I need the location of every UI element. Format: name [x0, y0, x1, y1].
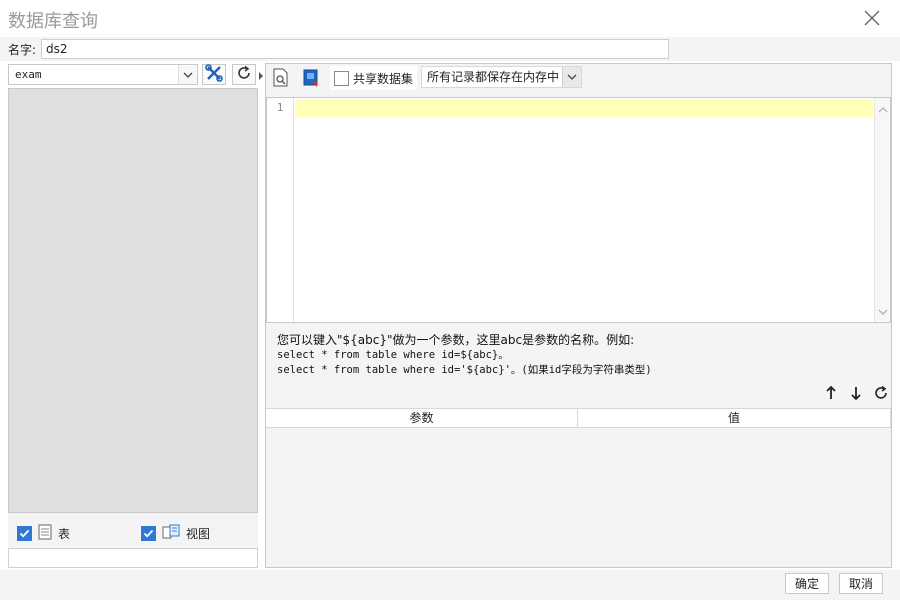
- view-icon: [162, 524, 180, 543]
- memory-mode-select[interactable]: 所有记录都保存在内存中: [421, 66, 582, 88]
- sql-editor[interactable]: [266, 97, 891, 323]
- chevron-down-icon[interactable]: [562, 67, 581, 87]
- memory-mode-value: 所有记录都保存在内存中: [427, 70, 560, 84]
- database-select[interactable]: exam: [8, 64, 198, 85]
- name-label: 名字:: [8, 43, 37, 57]
- splitter-arrow-icon[interactable]: [258, 68, 264, 84]
- refresh-params-button[interactable]: [873, 385, 889, 401]
- tables-label: 表: [58, 527, 71, 541]
- refresh-tables-button[interactable]: [232, 64, 256, 85]
- move-up-button[interactable]: [824, 385, 838, 401]
- move-down-button[interactable]: [849, 385, 863, 401]
- connection-settings-button[interactable]: [202, 64, 226, 85]
- sql-icon: [302, 69, 320, 91]
- views-toggle[interactable]: 视图: [141, 524, 210, 543]
- editor-scrollbar[interactable]: [874, 98, 890, 322]
- cancel-button[interactable]: 取消: [839, 573, 883, 594]
- query-toolbar: 共享数据集 所有记录都保存在内存中: [266, 64, 891, 94]
- parameter-table-header: 参数 值: [266, 408, 891, 428]
- current-line-highlight[interactable]: [295, 100, 873, 117]
- arrow-up-icon: [824, 385, 838, 404]
- line-number: 1: [276, 101, 284, 114]
- close-icon[interactable]: [862, 8, 882, 28]
- share-dataset-toggle[interactable]: 共享数据集: [330, 66, 418, 90]
- share-dataset-label: 共享数据集: [353, 71, 414, 86]
- tools-icon: [205, 64, 223, 85]
- window-title: 数据库查询: [8, 11, 98, 32]
- ok-button[interactable]: 确定: [785, 573, 829, 594]
- hint-line-3: select * from table where id='${abc}'。(如…: [277, 364, 652, 376]
- hint-line-2: select * from table where id=${abc}。: [277, 349, 509, 361]
- refresh-icon: [873, 385, 889, 404]
- scroll-down-icon[interactable]: [878, 304, 888, 318]
- preview-icon: [272, 68, 290, 91]
- sql-editor-button[interactable]: [302, 68, 322, 88]
- dialog-footer: [0, 570, 900, 600]
- hint-line-1: 您可以键入"${abc}"做为一个参数，这里abc是参数的名称。例如:: [277, 333, 635, 347]
- share-dataset-checkbox[interactable]: [334, 70, 349, 86]
- table-icon: [38, 524, 52, 543]
- chevron-down-icon[interactable]: [178, 65, 197, 84]
- line-number-gutter: 1: [267, 98, 294, 322]
- table-tree[interactable]: [8, 88, 258, 513]
- value-column-header[interactable]: 值: [578, 409, 891, 427]
- refresh-icon: [236, 65, 252, 84]
- name-input[interactable]: ds2: [41, 39, 669, 59]
- preview-button[interactable]: [272, 68, 292, 88]
- param-column-header[interactable]: 参数: [266, 409, 578, 427]
- views-label: 视图: [186, 527, 211, 541]
- arrow-down-icon: [849, 387, 863, 404]
- tables-toggle[interactable]: 表: [17, 524, 70, 543]
- tables-checkbox[interactable]: [17, 526, 32, 541]
- scroll-up-icon[interactable]: [878, 102, 888, 116]
- views-checkbox[interactable]: [141, 526, 156, 541]
- parameter-hint: 您可以键入"${abc}"做为一个参数，这里abc是参数的名称。例如: sele…: [277, 333, 652, 378]
- table-filter-input[interactable]: [8, 548, 258, 568]
- database-select-value: exam: [15, 68, 42, 81]
